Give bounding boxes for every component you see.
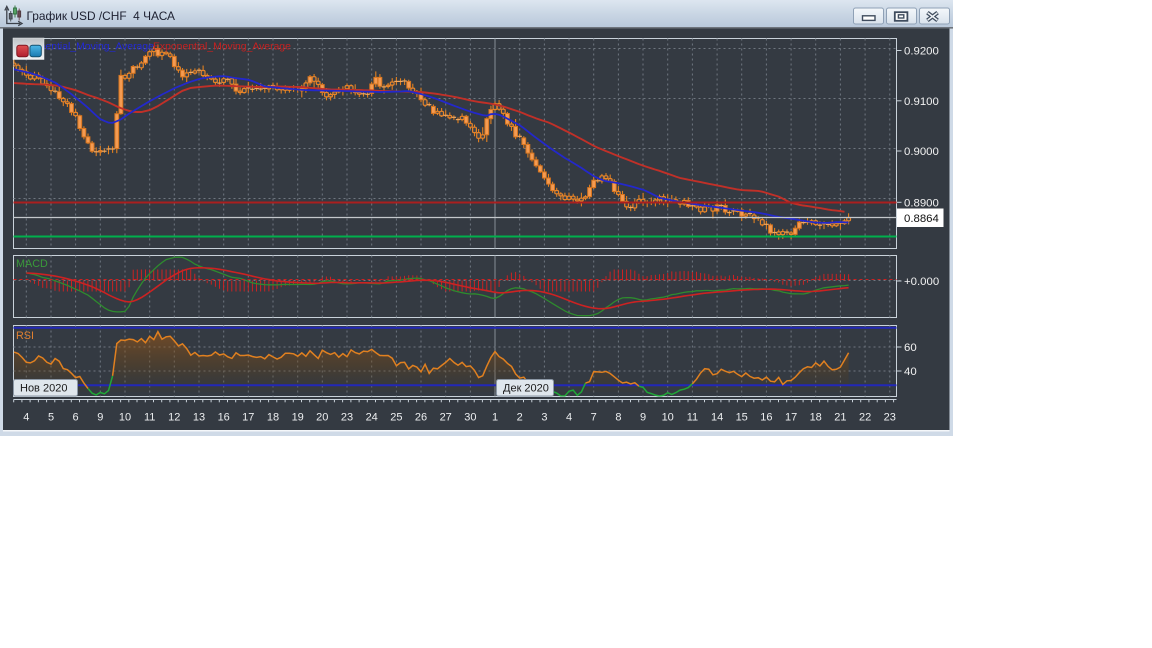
svg-text:21: 21 <box>834 412 846 424</box>
svg-text:0.8900: 0.8900 <box>904 197 939 209</box>
svg-text:1: 1 <box>492 412 498 424</box>
svg-text:4: 4 <box>23 412 29 424</box>
svg-text:График USD /CHF 4 ЧАСА: График USD /CHF 4 ЧАСА <box>27 9 176 23</box>
svg-text:11: 11 <box>144 412 155 424</box>
svg-text:RSI: RSI <box>16 330 34 342</box>
svg-text:MACD: MACD <box>16 258 48 270</box>
svg-text:10: 10 <box>662 412 674 424</box>
svg-text:13: 13 <box>193 412 205 424</box>
svg-text:4: 4 <box>566 412 572 424</box>
svg-text:25: 25 <box>390 412 402 424</box>
svg-text:23: 23 <box>341 412 353 424</box>
svg-text:15: 15 <box>736 412 748 424</box>
svg-text:10: 10 <box>119 412 131 424</box>
svg-text:5: 5 <box>48 412 54 424</box>
svg-text:27: 27 <box>440 412 452 424</box>
svg-text:0.9000: 0.9000 <box>904 146 939 158</box>
svg-text:Дек 2020: Дек 2020 <box>503 383 549 395</box>
svg-text:18: 18 <box>810 412 822 424</box>
svg-text:0.8864: 0.8864 <box>904 213 939 225</box>
svg-text:23: 23 <box>884 412 896 424</box>
svg-text:0.9100: 0.9100 <box>904 96 939 108</box>
svg-text:14: 14 <box>711 412 723 424</box>
svg-text:26: 26 <box>415 412 427 424</box>
svg-text:Exponential_Moving_Average: Exponential_Moving_Average <box>153 42 291 53</box>
svg-text:3: 3 <box>541 412 547 424</box>
svg-text:22: 22 <box>859 412 871 424</box>
svg-text:16: 16 <box>218 412 230 424</box>
svg-text:16: 16 <box>760 412 772 424</box>
svg-text:+0.000: +0.000 <box>904 276 939 288</box>
svg-text:60: 60 <box>904 342 917 354</box>
svg-text:0.9200: 0.9200 <box>904 46 939 58</box>
svg-text:18: 18 <box>267 412 279 424</box>
svg-text:Нов 2020: Нов 2020 <box>20 383 67 395</box>
svg-text:24: 24 <box>366 412 378 424</box>
svg-text:17: 17 <box>785 412 797 424</box>
svg-text:17: 17 <box>242 412 254 424</box>
svg-text:20: 20 <box>316 412 328 424</box>
svg-text:7: 7 <box>591 412 597 424</box>
svg-text:19: 19 <box>292 412 304 424</box>
svg-text:9: 9 <box>97 412 103 424</box>
svg-text:30: 30 <box>464 412 476 424</box>
svg-text:6: 6 <box>73 412 79 424</box>
svg-text:8: 8 <box>615 412 621 424</box>
svg-text:40: 40 <box>904 366 917 378</box>
svg-text:11: 11 <box>687 412 698 424</box>
svg-text:12: 12 <box>168 412 180 424</box>
svg-text:2: 2 <box>517 412 523 424</box>
svg-text:9: 9 <box>640 412 646 424</box>
